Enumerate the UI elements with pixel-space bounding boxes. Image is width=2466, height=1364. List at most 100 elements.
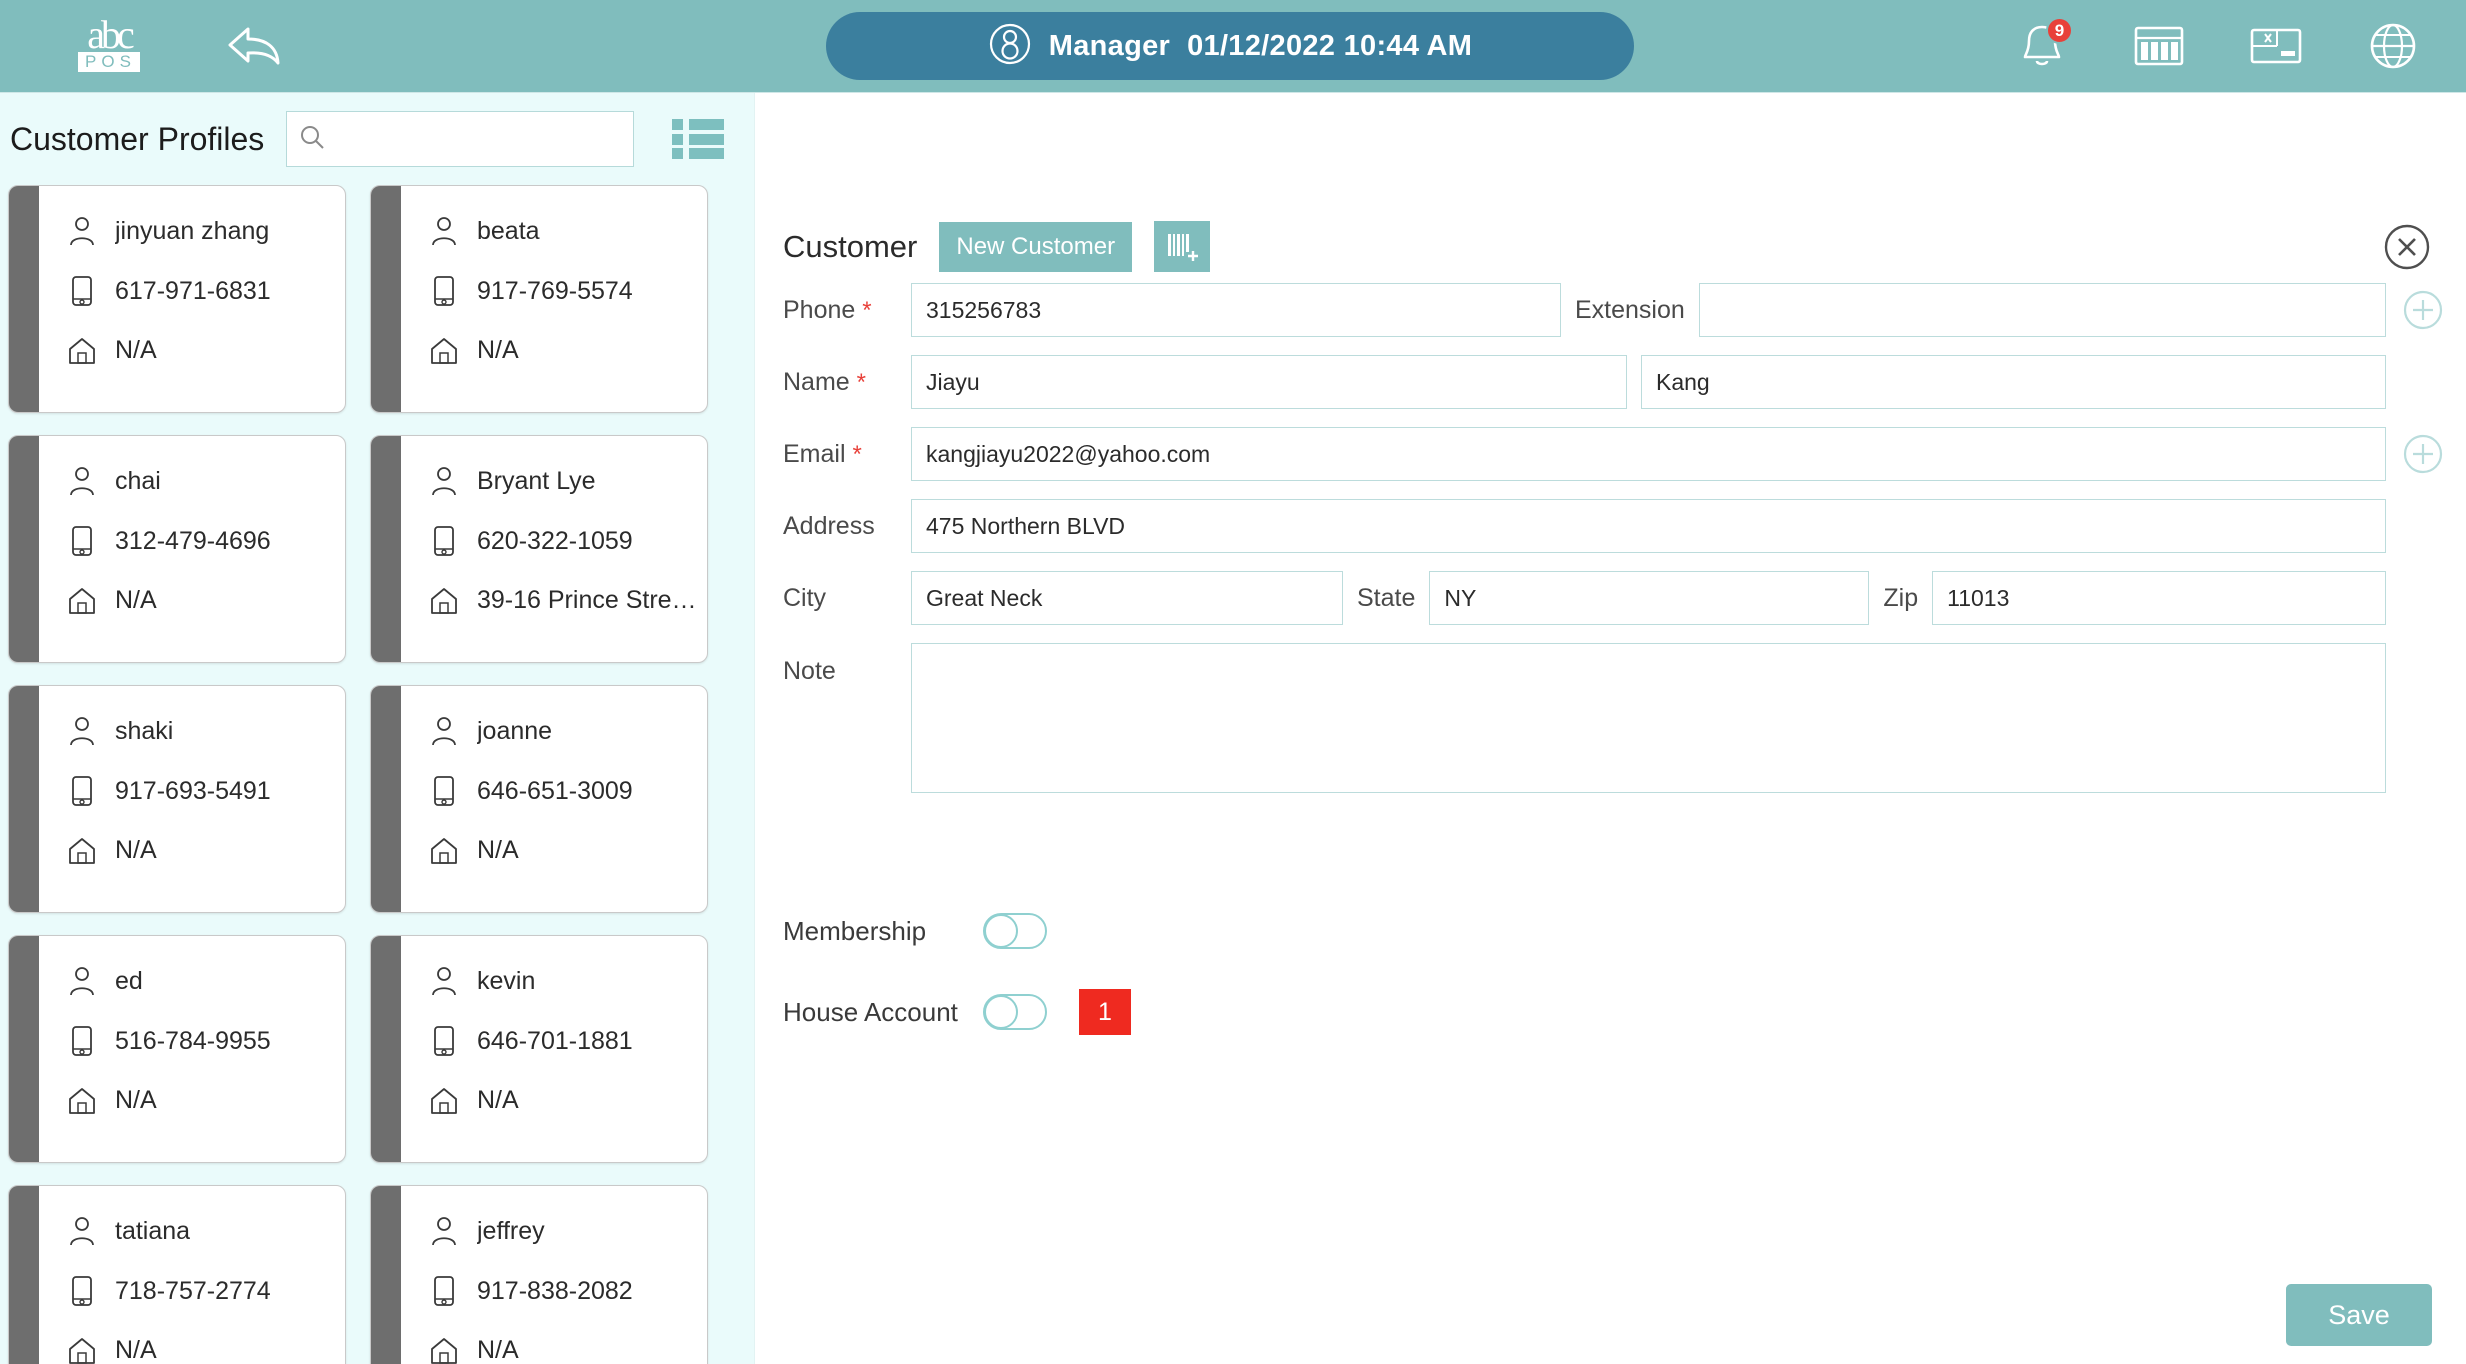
- person-icon: [67, 216, 97, 246]
- customer-card-list[interactable]: jinyuan zhang 617-971-6831 N/A beata 917-769…: [0, 185, 754, 1364]
- list-view-icon[interactable]: [672, 117, 725, 161]
- customer-phone-line: 312-479-4696: [67, 525, 345, 557]
- customer-name: jeffrey: [477, 1216, 545, 1245]
- toggle-knob: [984, 914, 1018, 948]
- customer-card[interactable]: kevin 646-701-1881 N/A: [370, 935, 708, 1163]
- customer-card-body: ed 516-784-9955 N/A: [39, 936, 345, 1162]
- customer-card[interactable]: jeffrey 917-838-2082 N/A: [370, 1185, 708, 1364]
- customer-address: N/A: [477, 836, 519, 864]
- new-customer-button[interactable]: New Customer: [939, 221, 1133, 272]
- card-accent-stripe: [371, 186, 401, 412]
- customer-address: N/A: [115, 586, 157, 614]
- gift-card-icon[interactable]: [2249, 19, 2303, 73]
- customer-phone-line: 617-971-6831: [67, 275, 345, 307]
- house-account-count-badge[interactable]: 1: [1079, 989, 1131, 1035]
- app-root: abc POS Manager 01/12/2022 10:44 AM 9 Cu…: [0, 0, 2466, 1364]
- customer-name-line: joanne: [429, 716, 707, 746]
- customer-name: tatiana: [115, 1216, 191, 1245]
- state-input[interactable]: [1429, 571, 1870, 625]
- customer-name: ed: [115, 966, 143, 995]
- customer-address: N/A: [477, 1336, 519, 1364]
- app-logo[interactable]: abc POS: [66, 12, 152, 72]
- zip-label: Zip: [1883, 583, 1919, 612]
- notification-count-badge: 9: [2046, 17, 2073, 44]
- customer-card-body: jinyuan zhang 617-971-6831 N/A: [39, 186, 345, 412]
- logo-text: abc: [87, 12, 134, 57]
- customer-profiles-panel: Customer Profiles jinyuan zhang 617-971-…: [0, 93, 755, 1364]
- customer-card[interactable]: joanne 646-651-3009 N/A: [370, 685, 708, 913]
- close-circle-icon[interactable]: [2382, 222, 2432, 272]
- customer-name-line: Bryant Lye: [429, 466, 707, 496]
- customer-phone-line: 917-693-5491: [67, 775, 345, 807]
- extension-input[interactable]: [1698, 283, 2386, 337]
- membership-toggle[interactable]: [983, 913, 1047, 949]
- home-icon: [429, 837, 459, 865]
- globe-icon[interactable]: [2366, 19, 2420, 73]
- customer-card-body: jeffrey 917-838-2082 N/A: [401, 1186, 707, 1364]
- form-row-address: Address: [783, 499, 2446, 553]
- state-label: State: [1357, 583, 1416, 612]
- email-label: Email *: [783, 439, 862, 468]
- user-circle-icon: [988, 22, 1032, 71]
- phone-icon: [67, 1275, 97, 1307]
- address-input[interactable]: [911, 499, 2386, 553]
- first-name-input[interactable]: [911, 355, 1627, 409]
- save-button[interactable]: Save: [2286, 1284, 2432, 1346]
- customer-card[interactable]: jinyuan zhang 617-971-6831 N/A: [8, 185, 346, 413]
- customer-name: chai: [115, 466, 161, 495]
- customer-address: 39-16 Prince Stre…: [477, 586, 697, 614]
- add-phone-icon[interactable]: [2400, 287, 2446, 333]
- customer-name-line: ed: [67, 966, 345, 996]
- customer-name: Bryant Lye: [477, 466, 596, 495]
- email-input[interactable]: [911, 427, 2386, 481]
- customer-card-body: chai 312-479-4696 N/A: [39, 436, 345, 662]
- home-icon: [429, 1087, 459, 1115]
- customer-card[interactable]: beata 917-769-5574 N/A: [370, 185, 708, 413]
- page-title: Customer: [783, 228, 918, 264]
- add-email-icon[interactable]: [2400, 431, 2446, 477]
- note-textarea[interactable]: [911, 643, 2386, 793]
- home-icon: [67, 587, 97, 615]
- customer-card[interactable]: chai 312-479-4696 N/A: [8, 435, 346, 663]
- customer-address: N/A: [477, 1086, 519, 1114]
- customer-card[interactable]: ed 516-784-9955 N/A: [8, 935, 346, 1163]
- house-account-row: House Account 1: [783, 989, 1131, 1035]
- customer-card[interactable]: tatiana 718-757-2774 N/A: [8, 1185, 346, 1364]
- customer-phone-line: 620-322-1059: [429, 525, 707, 557]
- customer-card-body: beata 917-769-5574 N/A: [401, 186, 707, 412]
- customer-name-line: jinyuan zhang: [67, 216, 345, 246]
- address-label: Address: [783, 511, 875, 540]
- calendar-grid-icon[interactable]: [2132, 19, 2186, 73]
- customer-phone: 312-479-4696: [115, 526, 271, 555]
- search-icon: [299, 124, 325, 155]
- customer-phone: 917-769-5574: [477, 276, 633, 305]
- customer-address-line: N/A: [67, 336, 345, 365]
- customer-card[interactable]: shaki 917-693-5491 N/A: [8, 685, 346, 913]
- notification-bell-icon[interactable]: 9: [2015, 17, 2073, 73]
- search-box[interactable]: [286, 111, 635, 167]
- top-bar: abc POS Manager 01/12/2022 10:44 AM 9: [0, 0, 2466, 93]
- form-row-note: Note: [783, 643, 2446, 793]
- form-row-phone: Phone * Extension: [783, 283, 2446, 337]
- customer-card[interactable]: Bryant Lye 620-322-1059 39-16 Prince Stre…: [370, 435, 708, 663]
- customer-form: Phone * Extension Name *: [783, 283, 2446, 811]
- phone-icon: [67, 1025, 97, 1057]
- customer-name: kevin: [477, 966, 536, 995]
- back-arrow-icon[interactable]: [224, 21, 286, 71]
- zip-input[interactable]: [1932, 571, 2386, 625]
- customer-phone: 917-838-2082: [477, 1276, 633, 1305]
- customer-phone-line: 646-651-3009: [429, 775, 707, 807]
- last-name-input[interactable]: [1641, 355, 2386, 409]
- logo-subtext: POS: [78, 52, 140, 72]
- customer-card-body: kevin 646-701-1881 N/A: [401, 936, 707, 1162]
- barcode-add-icon[interactable]: [1154, 221, 1211, 272]
- card-accent-stripe: [9, 186, 39, 412]
- customer-profiles-header: Customer Profiles: [0, 93, 754, 185]
- session-indicator[interactable]: Manager 01/12/2022 10:44 AM: [826, 12, 1634, 80]
- search-input[interactable]: [335, 126, 634, 152]
- city-input[interactable]: [911, 571, 1343, 625]
- person-icon: [429, 966, 459, 996]
- house-account-toggle[interactable]: [983, 994, 1047, 1030]
- session-role: Manager: [1048, 29, 1171, 62]
- phone-input[interactable]: [911, 283, 1561, 337]
